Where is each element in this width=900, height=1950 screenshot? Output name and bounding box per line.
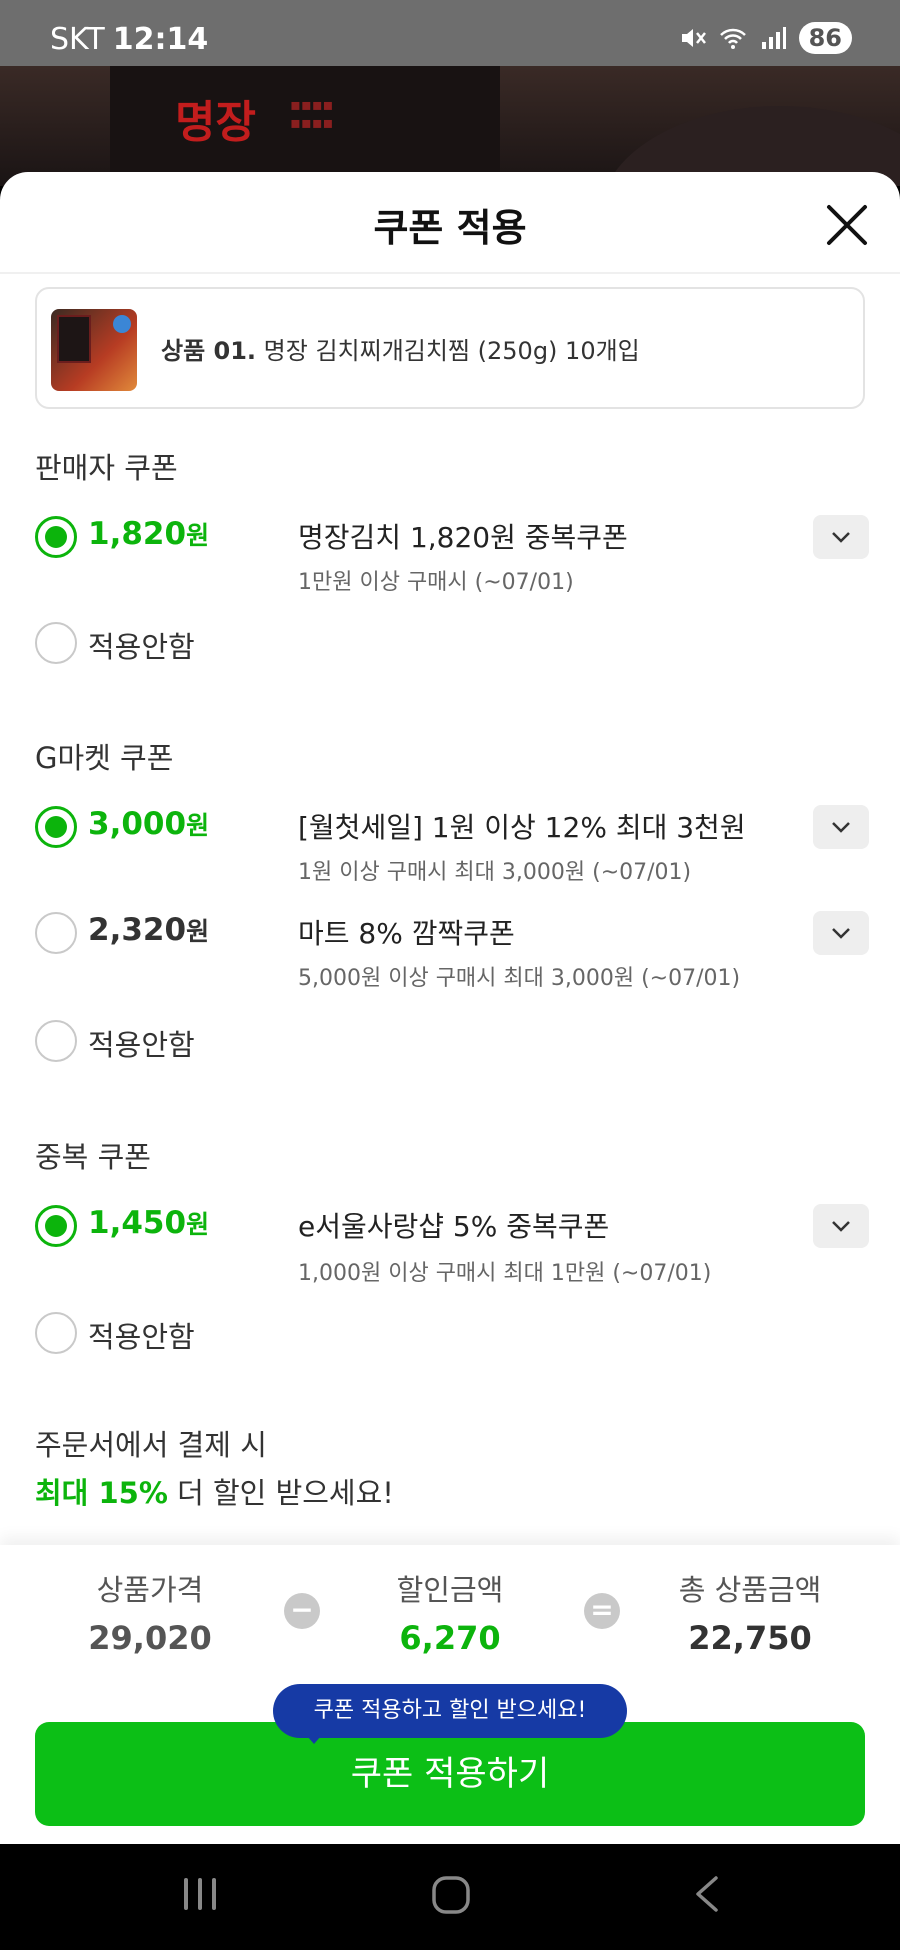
carrier-time: SKT 12:14 — [50, 22, 208, 57]
dup-coupon-name-1: e서울사랑샵 5% 중복쿠폰 — [298, 1210, 610, 1243]
promo-highlight: 최대 15% — [35, 1476, 168, 1510]
promo-line-2: 최대 15% 더 할인 받으세요! — [35, 1470, 394, 1512]
signal-icon — [761, 27, 786, 49]
wifi-icon — [719, 28, 746, 49]
product-thumbnail — [51, 309, 137, 391]
chevron-down-icon — [832, 532, 850, 543]
promo-rest: 더 할인 받으세요! — [167, 1476, 394, 1510]
tooltip-tail — [300, 1728, 328, 1744]
seller-coupon-none-radio[interactable] — [35, 622, 77, 664]
product-number: 상품 01. — [161, 337, 257, 365]
promo-line-1: 주문서에서 결제 시 — [35, 1428, 267, 1462]
amount-value: 2,320 — [88, 912, 187, 948]
seller-coupon-title: 판매자 쿠폰 — [35, 451, 178, 485]
gmarket-coupon-none-label[interactable]: 적용안함 — [88, 1022, 195, 1064]
system-nav-bar — [0, 1844, 900, 1950]
seller-coupon-amount-1[interactable]: 1,820원 — [88, 516, 209, 552]
equals-icon: = — [584, 1593, 620, 1629]
gmarket-coupon-title: G마켓 쿠폰 — [35, 741, 174, 775]
gmarket-coupon-desc-2: 5,000원 이상 구매시 최대 3,000원 (~07/01) — [298, 966, 741, 991]
thumbnail-package-image — [57, 315, 91, 363]
sheet-title: 쿠폰 적용 — [373, 206, 527, 250]
chevron-down-icon — [832, 928, 850, 939]
seller-coupon-desc-1: 1만원 이상 구매시 (~07/01) — [298, 570, 574, 595]
discount-value: 6,270 — [399, 1619, 501, 1657]
dup-coupon-desc-1: 1,000원 이상 구매시 최대 1만원 (~07/01) — [298, 1261, 712, 1286]
chevron-down-icon — [832, 822, 850, 833]
thumbnail-badge-icon — [113, 315, 131, 333]
product-title: 상품 01. 명장 김치찌개김치찜 (250g) 10개입 — [161, 331, 640, 366]
gmarket-coupon-expand-button-2[interactable] — [813, 911, 869, 955]
gmarket-coupon-radio-2[interactable] — [35, 912, 77, 954]
mute-icon — [681, 29, 706, 47]
close-icon[interactable] — [820, 198, 874, 252]
price-label: 상품가격 — [96, 1573, 204, 1607]
amount-value: 1,450 — [88, 1205, 187, 1241]
amount-unit: 원 — [186, 811, 210, 840]
product-card: 상품 01. 명장 김치찌개김치찜 (250g) 10개입 — [35, 287, 865, 409]
recent-apps-icon[interactable] — [180, 1874, 220, 1914]
dup-coupon-radio-1[interactable] — [35, 1205, 77, 1247]
coupon-sheet: 쿠폰 적용 상품 01. 명장 김치찌개김치찜 (250g) 10개입 판매자 … — [0, 172, 900, 1844]
seller-coupon-radio-1[interactable] — [35, 516, 77, 558]
dup-coupon-expand-button[interactable] — [813, 1204, 869, 1248]
dup-coupon-title: 중복 쿠폰 — [35, 1140, 151, 1174]
gmarket-coupon-none-radio[interactable] — [35, 1020, 77, 1062]
gmarket-coupon-radio-1[interactable] — [35, 806, 77, 848]
gmarket-coupon-name-1: [월첫세일] 1원 이상 12% 최대 3천원 — [298, 811, 746, 844]
background-product-image: 명장 ▪▪▪▪ ▪▪▪▪ — [0, 66, 900, 186]
clock: 12:14 — [112, 22, 209, 57]
seller-coupon-name-1: 명장김치 1,820원 중복쿠폰 — [298, 521, 628, 554]
seller-coupon-none-label[interactable]: 적용안함 — [88, 624, 195, 666]
battery-icon: 86 — [798, 22, 852, 54]
carrier-label: SKT — [50, 22, 105, 57]
total-label: 총 상품금액 — [678, 1573, 822, 1607]
gmarket-coupon-desc-1: 1원 이상 구매시 최대 3,000원 (~07/01) — [298, 860, 692, 885]
discount-label: 할인금액 — [396, 1573, 504, 1607]
product-name: 명장 김치찌개김치찜 (250g) 10개입 — [263, 337, 640, 365]
gmarket-coupon-expand-button-1[interactable] — [813, 805, 869, 849]
chevron-down-icon — [832, 1221, 850, 1232]
dup-coupon-none-label[interactable]: 적용안함 — [88, 1314, 195, 1356]
back-icon[interactable] — [690, 1874, 722, 1914]
brand-text: 명장 — [175, 97, 256, 148]
gmarket-coupon-name-2: 마트 8% 깜짝쿠폰 — [298, 917, 515, 950]
amount-value: 1,820 — [88, 516, 187, 552]
dup-coupon-amount-1[interactable]: 1,450원 — [88, 1205, 209, 1241]
gmarket-coupon-amount-2[interactable]: 2,320원 — [88, 912, 209, 948]
seller-coupon-expand-button[interactable] — [813, 515, 869, 559]
brand-subtext-image: ▪▪▪▪ ▪▪▪▪ — [290, 95, 334, 132]
home-icon[interactable] — [430, 1874, 472, 1916]
total-value: 22,750 — [688, 1619, 812, 1657]
amount-unit: 원 — [186, 1210, 210, 1239]
status-icons: 86 — [679, 22, 852, 54]
gmarket-coupon-amount-1[interactable]: 3,000원 — [88, 806, 209, 842]
header-divider — [0, 272, 900, 274]
price-value: 29,020 — [88, 1619, 212, 1657]
status-bar: SKT 12:14 86 — [0, 0, 900, 66]
amount-value: 3,000 — [88, 806, 187, 842]
amount-unit: 원 — [186, 917, 210, 946]
amount-unit: 원 — [186, 521, 210, 550]
minus-icon: − — [284, 1593, 320, 1629]
dup-coupon-none-radio[interactable] — [35, 1312, 77, 1354]
